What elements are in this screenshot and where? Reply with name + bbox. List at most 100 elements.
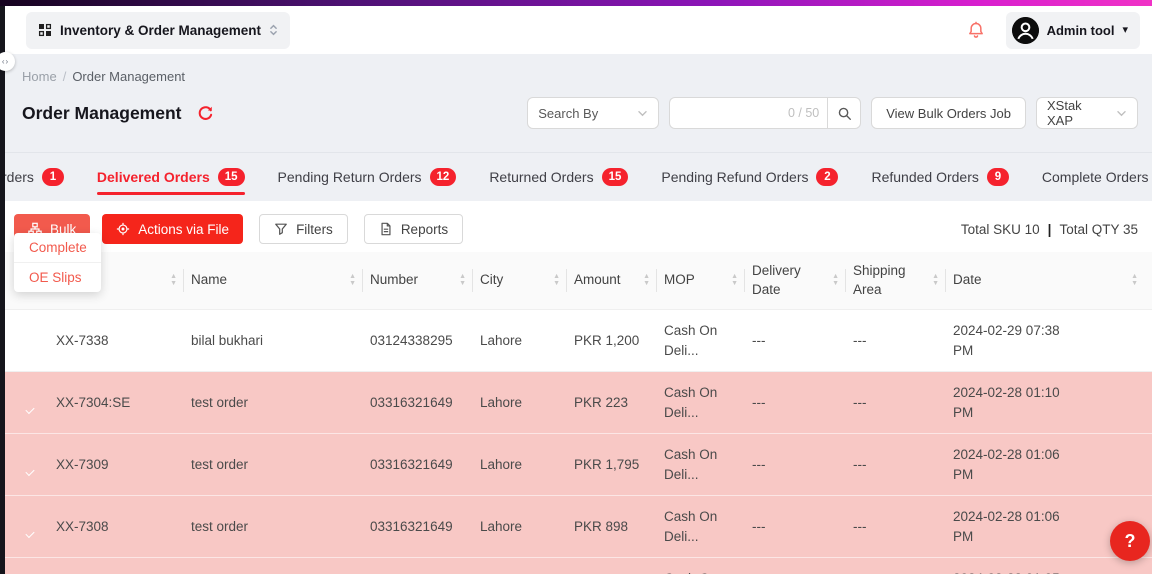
- user-menu-button[interactable]: Admin tool ▾: [1006, 12, 1140, 49]
- cell-delivery-date: ---: [752, 331, 853, 351]
- tab-returned-orders[interactable]: Returned Orders 15: [489, 153, 628, 201]
- cell-amount: PKR 898: [574, 517, 664, 537]
- page-title: Order Management: [22, 103, 181, 124]
- cell-date: 2024-02-28 01:06 PM: [953, 445, 1152, 484]
- total-qty: Total QTY 35: [1059, 222, 1138, 237]
- chevron-down-icon: [1116, 110, 1127, 117]
- cell-number: 03316321649: [370, 517, 480, 537]
- tab-label: Pending Refund Orders: [661, 169, 808, 185]
- column-header-city[interactable]: City ▲ ▼: [480, 252, 574, 309]
- caret-down-icon: ▾: [1122, 25, 1128, 36]
- channel-select[interactable]: XStak XAP: [1036, 97, 1138, 129]
- actions-via-file-button[interactable]: Actions via File: [102, 214, 243, 244]
- crosshair-icon: [116, 222, 130, 236]
- sorter-icon: ▲ ▼: [349, 274, 356, 286]
- table-row: XX-7338bilal bukhari03124338295LahorePKR…: [0, 310, 1152, 372]
- tab-pending-return-orders[interactable]: Pending Return Orders 12: [278, 153, 457, 201]
- column-label: Number: [370, 271, 418, 289]
- column-header-shipping-area[interactable]: Shipping Area ▲ ▼: [853, 252, 953, 309]
- totals-divider: |: [1048, 222, 1052, 237]
- cell-name: test order: [191, 455, 370, 475]
- chevron-down-icon: [637, 110, 648, 117]
- cell-shipping-area: ---: [853, 517, 953, 537]
- bulk-menu-item-oe-slips[interactable]: OE Slips: [14, 263, 101, 292]
- notification-bell-icon[interactable]: [962, 16, 990, 44]
- breadcrumb-home[interactable]: Home: [22, 69, 57, 84]
- tab-delivered-orders[interactable]: Delivered Orders 15: [97, 153, 245, 201]
- cell-delivery-date: ---: [752, 393, 853, 413]
- cell-delivery-date: ---: [752, 455, 853, 475]
- breadcrumb: Home / Order Management: [22, 67, 1138, 85]
- table-body: XX-7338bilal bukhari03124338295LahorePKR…: [0, 310, 1152, 574]
- order-status-tabs: rders 1 Delivered Orders 15 Pending Retu…: [0, 153, 1152, 201]
- total-sku: Total SKU 10: [961, 222, 1040, 237]
- cell-city: Lahore: [480, 393, 574, 413]
- cell-mop: Cash On Deli...: [664, 383, 752, 422]
- bulk-menu-item-complete[interactable]: Complete: [14, 233, 101, 263]
- tab-label: Delivered Orders: [97, 169, 210, 185]
- search-by-select[interactable]: Search By: [527, 97, 659, 129]
- refresh-icon[interactable]: [197, 104, 215, 122]
- cell-number: 03316321649: [370, 393, 480, 413]
- cell-name: test order: [191, 393, 370, 413]
- cell-mop: Cash On Deli...: [664, 569, 752, 574]
- filters-button[interactable]: Filters: [259, 214, 348, 244]
- table-toolbar: Bulk Actions via File Filters Reports To…: [0, 201, 1152, 252]
- cell-city: Lahore: [480, 331, 574, 351]
- search-button[interactable]: [827, 97, 861, 129]
- cell-amount: PKR 1,795: [574, 455, 664, 475]
- column-header-amount[interactable]: Amount ▲ ▼: [574, 252, 664, 309]
- actions-label: Actions via File: [138, 222, 229, 237]
- channel-value: XStak XAP: [1047, 98, 1108, 128]
- cell-name: bilal bukhari: [191, 331, 370, 351]
- tab-refunded-orders[interactable]: Refunded Orders 9: [871, 153, 1008, 201]
- view-bulk-orders-job-button[interactable]: View Bulk Orders Job: [871, 97, 1026, 129]
- tab-complete-orders[interactable]: Complete Orders 31: [1042, 153, 1152, 201]
- column-header-number[interactable]: Number ▲ ▼: [370, 252, 480, 309]
- cell-city: Lahore: [480, 517, 574, 537]
- cell-number: 03124338295: [370, 331, 480, 351]
- column-header-delivery-date[interactable]: Delivery Date ▲ ▼: [752, 252, 853, 309]
- reports-label: Reports: [401, 222, 448, 237]
- cell-id: XX-7338: [56, 331, 191, 351]
- column-label: Delivery Date: [752, 262, 826, 298]
- column-label: Date: [953, 271, 982, 289]
- tab-pending-refund-orders[interactable]: Pending Refund Orders 2: [661, 153, 838, 201]
- orders-card: Bulk Actions via File Filters Reports To…: [0, 201, 1152, 574]
- tab-rders[interactable]: rders 1: [2, 153, 64, 201]
- appstore-icon: [38, 23, 52, 37]
- app-switcher-button[interactable]: Inventory & Order Management: [26, 12, 290, 49]
- reports-button[interactable]: Reports: [364, 214, 463, 244]
- bulk-dropdown-menu: CompleteOE Slips: [14, 233, 101, 292]
- cell-date: 2024-02-29 07:38 PM: [953, 321, 1152, 360]
- cell-date: 2024-02-28 01:10 PM: [953, 383, 1152, 422]
- cell-date: 2024-02-28 01:05 PM: [953, 569, 1152, 574]
- column-header-mop[interactable]: MOP ▲ ▼: [664, 252, 752, 309]
- help-button[interactable]: ?: [1110, 521, 1150, 561]
- topbar: Inventory & Order Management Admin tool …: [0, 6, 1152, 54]
- cell-id: XX-7309: [56, 455, 191, 475]
- column-header-name[interactable]: Name ▲ ▼: [191, 252, 370, 309]
- column-label: Shipping Area: [853, 262, 926, 298]
- cell-mop: Cash On Deli...: [664, 445, 752, 484]
- search-icon: [837, 106, 852, 121]
- cell-shipping-area: ---: [853, 393, 953, 413]
- cell-delivery-date: ---: [752, 517, 853, 537]
- tab-label: Returned Orders: [489, 169, 593, 185]
- cell-shipping-area: ---: [853, 331, 953, 351]
- column-header-date[interactable]: Date ▲ ▼: [953, 252, 1152, 309]
- search-counter: 0 / 50: [788, 106, 819, 120]
- page-head: Home / Order Management Order Management…: [0, 54, 1152, 153]
- cell-mop: Cash On Deli...: [664, 321, 752, 360]
- cell-shipping-area: ---: [853, 455, 953, 475]
- tab-count-badge: 1: [42, 168, 64, 187]
- funnel-icon: [274, 222, 288, 236]
- table-header-row: ID ▲ ▼ Name ▲ ▼ Number ▲ ▼ City ▲ ▼ Amou…: [0, 252, 1152, 310]
- collapsed-sidebar-rail: [0, 6, 5, 574]
- search-input[interactable]: [678, 106, 788, 121]
- up-down-chevrons-icon: [269, 23, 278, 37]
- tabs-list: rders 1 Delivered Orders 15 Pending Retu…: [2, 153, 1152, 201]
- cell-name: test order: [191, 517, 370, 537]
- app-switcher-label: Inventory & Order Management: [60, 23, 261, 38]
- tab-count-badge: 12: [430, 168, 457, 187]
